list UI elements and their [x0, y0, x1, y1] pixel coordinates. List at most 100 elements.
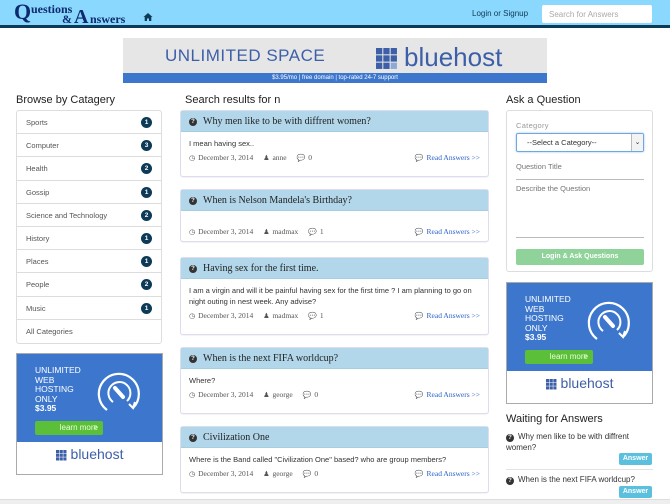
bluehost-grid-icon	[376, 48, 397, 70]
question-card: ? Why men like to be with diffrent women?…	[180, 110, 489, 177]
read-answers-label: Read Answers >>	[426, 153, 480, 162]
answer-count: 1	[319, 227, 324, 236]
comments-icon: 💬	[308, 312, 317, 320]
question-circle-icon: ?	[189, 355, 197, 363]
ad-text: UNLIMITED WEB HOSTING ONLY $3.95	[35, 365, 81, 414]
question-body: Where is the Band called "Civilization O…	[189, 455, 447, 464]
category-item-people[interactable]: People 2	[17, 273, 161, 297]
navbar: Q uestions & A nswers Login or Signup	[0, 0, 670, 28]
category-item-computer[interactable]: Computer 3	[17, 134, 161, 158]
category-item-all[interactable]: All Categories	[17, 320, 161, 343]
category-item-history[interactable]: History 1	[17, 227, 161, 251]
category-item-music[interactable]: Music 1	[17, 297, 161, 320]
read-answers-link[interactable]: 💬 Read Answers >>	[415, 307, 480, 325]
question-title[interactable]: ? Why men like to be with diffrent women?	[181, 111, 488, 132]
ad-price: $3.95	[525, 332, 547, 342]
read-answers-link[interactable]: 💬 Read Answers >>	[415, 386, 480, 404]
category-label: Category	[516, 121, 549, 130]
question-date: December 3, 2014	[198, 227, 254, 236]
category-label: Gossip	[26, 187, 50, 197]
clock-icon: ◷	[189, 154, 196, 162]
category-label: People	[26, 280, 50, 290]
top-banner-ad[interactable]: UNLIMITED SPACE bluehost $3.95/mo | free…	[123, 38, 547, 83]
question-author: george	[272, 390, 293, 399]
question-circle-icon: ?	[506, 434, 514, 442]
waiting-item-text: When is the next FIFA worldcup?	[518, 475, 635, 484]
ad-price: $3.95	[35, 403, 57, 413]
search-results-title: Search results for n	[185, 94, 281, 106]
home-icon[interactable]	[143, 9, 153, 21]
ad-headline: UNLIMITED SPACE	[165, 46, 326, 65]
read-answers-link[interactable]: 💬 Read Answers >>	[415, 149, 480, 167]
category-item-places[interactable]: Places 1	[17, 250, 161, 274]
question-meta: ◷ December 3, 2014 ♟ madmax 💬 1 💬 Read Answe…	[181, 223, 488, 241]
question-card: ? When is the next FIFA worldcup? Where? …	[180, 347, 489, 414]
ad-brand-text: bluehost	[70, 446, 124, 462]
chevron-down-icon: ⌄	[631, 134, 643, 151]
question-description-input[interactable]	[516, 184, 644, 238]
category-item-sports[interactable]: Sports 1	[17, 111, 161, 135]
left-sidebar-ad[interactable]: UNLIMITED WEB HOSTING ONLY $3.95 learn m…	[16, 353, 163, 475]
question-meta: ◷ December 3, 2014 ♟ madmax 💬 1 💬 Read Answe…	[181, 307, 488, 325]
question-date: December 3, 2014	[198, 390, 254, 399]
user-icon: ♟	[263, 228, 270, 236]
category-label: Places	[26, 257, 49, 267]
category-item-gossip[interactable]: Gossip 1	[17, 181, 161, 204]
category-select-value: --Select a Category--	[527, 138, 597, 147]
question-circle-icon: ?	[189, 434, 197, 442]
category-item-science-technology[interactable]: Science and Technology 2	[17, 204, 161, 227]
ad-brand-text: bluehost	[560, 375, 614, 391]
read-answers-label: Read Answers >>	[426, 227, 480, 236]
category-count-badge: 2	[141, 209, 152, 221]
learn-more-label: learn more	[59, 423, 98, 432]
site-logo[interactable]: Q uestions & A nswers	[14, 0, 134, 28]
waiting-item[interactable]: ? Why men like to be with diffrent women?	[506, 431, 653, 453]
logo-answers: nswers	[90, 12, 126, 26]
question-title-text: Civilization One	[203, 432, 270, 443]
footer-divider	[0, 499, 670, 504]
category-count-badge: 1	[141, 302, 152, 314]
user-icon: ♟	[263, 154, 270, 162]
user-icon: ♟	[263, 312, 270, 320]
login-ask-button[interactable]: Login & Ask Questions	[516, 249, 644, 265]
category-select[interactable]: --Select a Category-- ⌄	[516, 133, 644, 152]
logo-q: Q	[14, 0, 32, 24]
question-title[interactable]: ? When is the next FIFA worldcup?	[181, 348, 488, 369]
comments-icon: 💬	[414, 391, 424, 399]
question-title[interactable]: ? Having sex for the first time.	[181, 258, 488, 279]
learn-more-button[interactable]: learn more >	[525, 350, 593, 364]
bluehost-grid-icon	[55, 449, 67, 461]
question-circle-icon: ?	[506, 477, 514, 485]
answer-count: 0	[314, 390, 319, 399]
question-title[interactable]: ? When is Nelson Mandela's Birthday?	[181, 190, 488, 211]
learn-more-button[interactable]: learn more >	[35, 421, 103, 435]
category-count-badge: 2	[141, 279, 152, 291]
question-date: December 3, 2014	[198, 153, 254, 162]
ask-question-form: Category --Select a Category-- ⌄ Login & …	[506, 110, 653, 272]
category-item-health[interactable]: Health 2	[17, 157, 161, 181]
read-answers-link[interactable]: 💬 Read Answers >>	[415, 223, 480, 241]
category-count-badge: 1	[141, 256, 152, 268]
logo-a: A	[74, 6, 89, 28]
category-label: History	[26, 233, 50, 243]
login-signup-link[interactable]: Login or Signup	[472, 9, 528, 18]
search-input[interactable]	[542, 5, 652, 23]
waiting-for-answers-title: Waiting for Answers	[506, 413, 603, 425]
question-date: December 3, 2014	[198, 311, 254, 320]
question-title[interactable]: ? Civilization One	[181, 427, 488, 448]
waiting-item[interactable]: ? When is the next FIFA worldcup?	[506, 474, 653, 485]
user-icon: ♟	[263, 470, 270, 478]
question-title-input[interactable]	[516, 153, 644, 180]
speed-gauge-icon	[97, 372, 140, 411]
read-answers-link[interactable]: 💬 Read Answers >>	[415, 465, 480, 483]
category-count-badge: 3	[141, 140, 152, 152]
right-sidebar-ad[interactable]: UNLIMITED WEB HOSTING ONLY $3.95 learn m…	[506, 282, 653, 404]
ad-brand: bluehost	[507, 375, 652, 391]
clock-icon: ◷	[189, 228, 196, 236]
question-author: madmax	[272, 311, 299, 320]
category-label: Computer	[26, 141, 59, 151]
answer-button[interactable]: Answer	[619, 486, 652, 498]
answer-button[interactable]: Answer	[619, 453, 652, 465]
comments-icon: 💬	[414, 312, 424, 320]
answer-count: 0	[314, 469, 319, 478]
